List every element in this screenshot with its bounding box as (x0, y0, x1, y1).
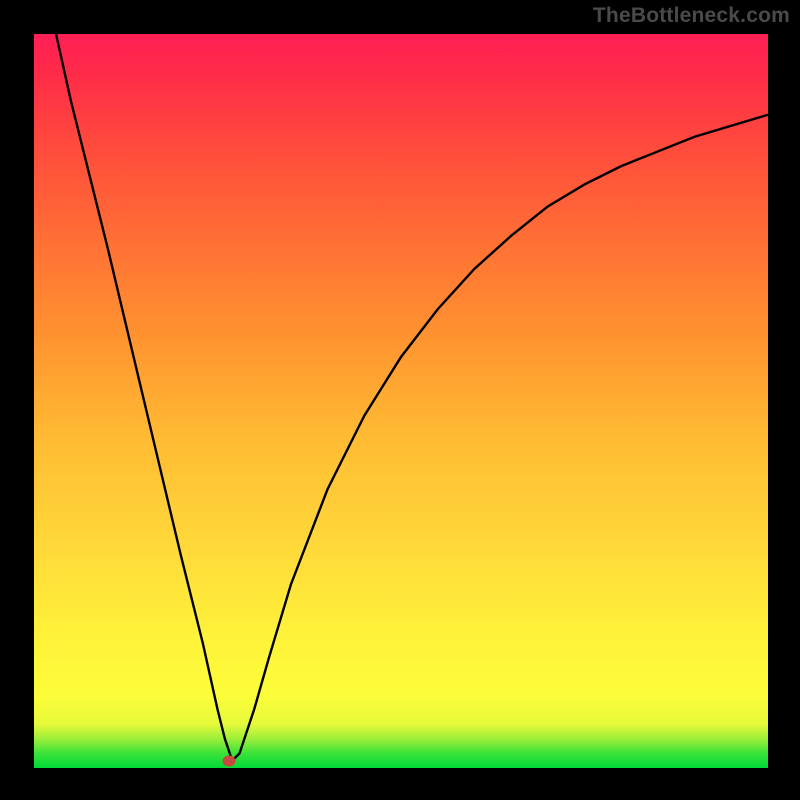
curve-svg (34, 34, 768, 768)
bottleneck-curve (56, 34, 768, 761)
watermark-text: TheBottleneck.com (593, 4, 790, 28)
plot-area (34, 34, 768, 768)
chart-frame: TheBottleneck.com (0, 0, 800, 800)
optimal-point-marker (222, 755, 235, 766)
